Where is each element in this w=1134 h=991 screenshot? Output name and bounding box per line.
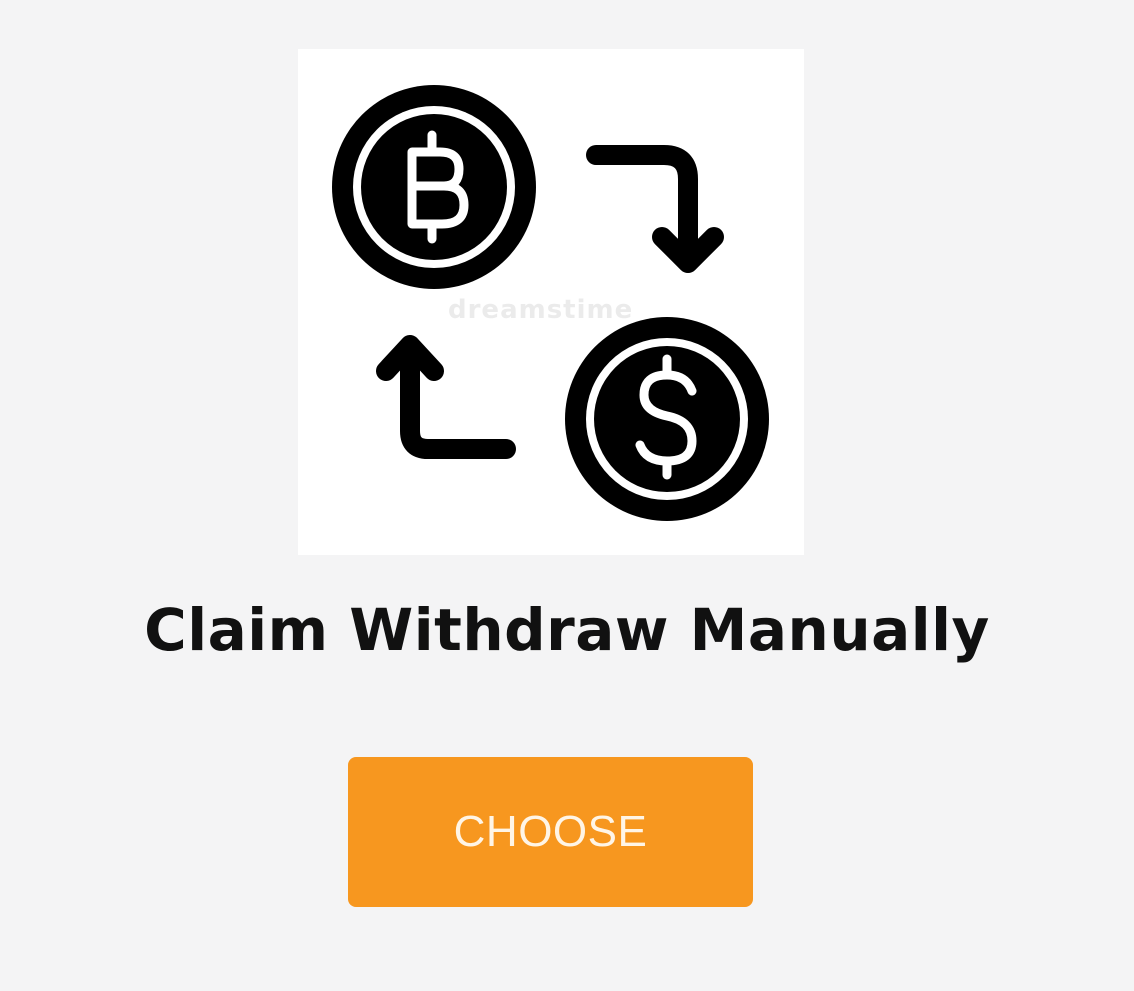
arrow-right-down-icon (586, 145, 724, 273)
watermark: dreamstime (448, 295, 634, 325)
bitcoin-icon (332, 85, 536, 289)
arrow-left-up-icon (376, 335, 516, 459)
currency-exchange-image: dreamstime (298, 49, 804, 555)
page-title: Claim Withdraw Manually (144, 596, 990, 664)
dollar-icon (565, 317, 769, 521)
choose-button[interactable]: CHOOSE (348, 757, 753, 907)
